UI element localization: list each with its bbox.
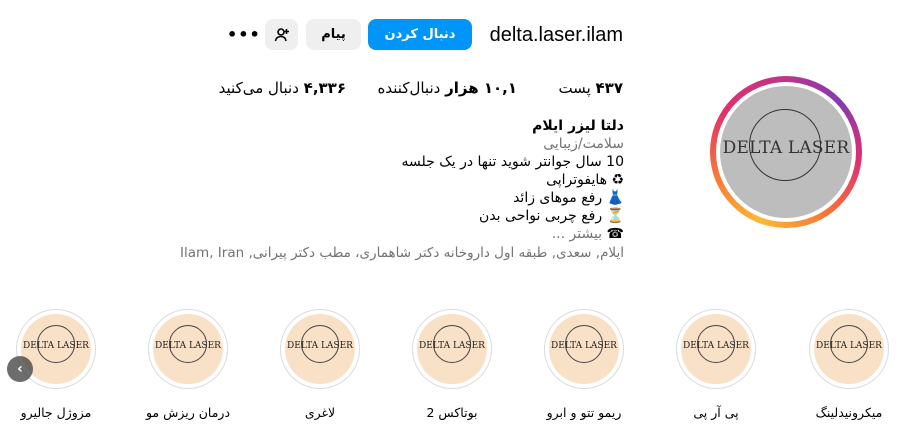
highlight-label: بوتاکس 2 (426, 405, 478, 420)
highlight-label: مزوژل جالیرو (20, 405, 92, 420)
highlight-label: درمان ریزش مو (145, 405, 231, 420)
highlight-label: ریمو تتو و ابرو (546, 405, 622, 420)
avatar-image: DELTA LASER (720, 86, 852, 218)
bio-line: ♻ هایفوتراپی (546, 172, 624, 188)
phone-icon: ☎ (606, 226, 624, 242)
bio-more-link[interactable]: ☎ بیشتر ... (552, 225, 624, 243)
highlights-prev-button[interactable]: ‹ (7, 356, 33, 382)
highlight-item[interactable]: DELTA LASER میکرونیدلینگ (803, 309, 895, 420)
highlight-cover: DELTA LASER (544, 309, 624, 389)
highlight-label: لاغری (304, 405, 336, 420)
stat-following[interactable]: ۴,۳۳۶ دنبال می‌کنید (219, 79, 346, 97)
bio-name: دلتا لیزر ایلام (532, 118, 624, 134)
follow-button[interactable]: دنبال کردن (368, 19, 472, 50)
highlight-item[interactable]: DELTA LASER پی آر پی (670, 309, 762, 420)
person-plus-icon (274, 27, 289, 41)
followers-count: ۱۰,۱ هزار (445, 79, 517, 97)
bio-line: 10 سال جوانتر شوید تنها در یک جلسه (401, 154, 624, 170)
more-label: بیشتر ... (551, 226, 603, 242)
chevron-left-icon: ‹ (17, 361, 23, 377)
profile-username: delta.laser.ilam (489, 24, 623, 46)
suggested-accounts-button[interactable] (265, 19, 298, 50)
highlight-cover: DELTA LASER (148, 309, 228, 389)
highlight-cover: DELTA LASER (412, 309, 492, 389)
avatar-logo-text: DELTA LASER (722, 138, 850, 158)
highlight-logo-text: DELTA LASER (816, 341, 882, 351)
highlight-label: پی آر پی (693, 405, 739, 420)
highlight-cover: DELTA LASER (280, 309, 360, 389)
bio-address: ایلام, سعدی, طبقه اول داروخانه دکتر شاهم… (180, 245, 624, 261)
following-label: دنبال می‌کنید (218, 79, 299, 97)
following-count: ۴,۳۳۶ (303, 79, 346, 97)
highlight-item[interactable]: DELTA LASER درمان ریزش مو (142, 309, 234, 420)
posts-label: پست (558, 79, 591, 97)
highlight-cover: DELTA LASER (676, 309, 756, 389)
highlight-logo-text: DELTA LASER (419, 341, 485, 351)
highlight-item[interactable]: DELTA LASER لاغری (274, 309, 366, 420)
highlight-item[interactable]: DELTA LASER بوتاکس 2 (406, 309, 498, 420)
highlight-item[interactable]: DELTA LASER ریمو تتو و ابرو (538, 309, 630, 420)
highlight-logo-text: DELTA LASER (23, 341, 89, 351)
bio-line: ⏳ رفع چربی نواحی بدن (479, 208, 624, 224)
message-button[interactable]: پیام (306, 19, 361, 50)
profile-avatar[interactable]: DELTA LASER (710, 76, 862, 228)
bio-category: سلامت/زیبایی (543, 136, 624, 152)
stat-posts: ۴۳۷ پست (558, 79, 623, 97)
more-horizontal-icon: ••• (227, 25, 261, 44)
followers-label: دنبال‌کننده (377, 79, 441, 97)
more-options-button[interactable]: ••• (227, 25, 260, 45)
highlight-logo-text: DELTA LASER (683, 341, 749, 351)
highlight-logo-text: DELTA LASER (287, 341, 353, 351)
highlight-cover: DELTA LASER (809, 309, 889, 389)
bio-line: 👗 رفع موهای زائد (513, 190, 624, 206)
highlight-label: میکرونیدلینگ (815, 405, 883, 420)
avatar-frame: DELTA LASER (716, 82, 856, 222)
highlight-logo-text: DELTA LASER (551, 341, 617, 351)
highlight-logo-text: DELTA LASER (155, 341, 221, 351)
stat-followers[interactable]: ۱۰,۱ هزار دنبال‌کننده (378, 79, 517, 97)
posts-count: ۴۳۷ (595, 79, 623, 97)
